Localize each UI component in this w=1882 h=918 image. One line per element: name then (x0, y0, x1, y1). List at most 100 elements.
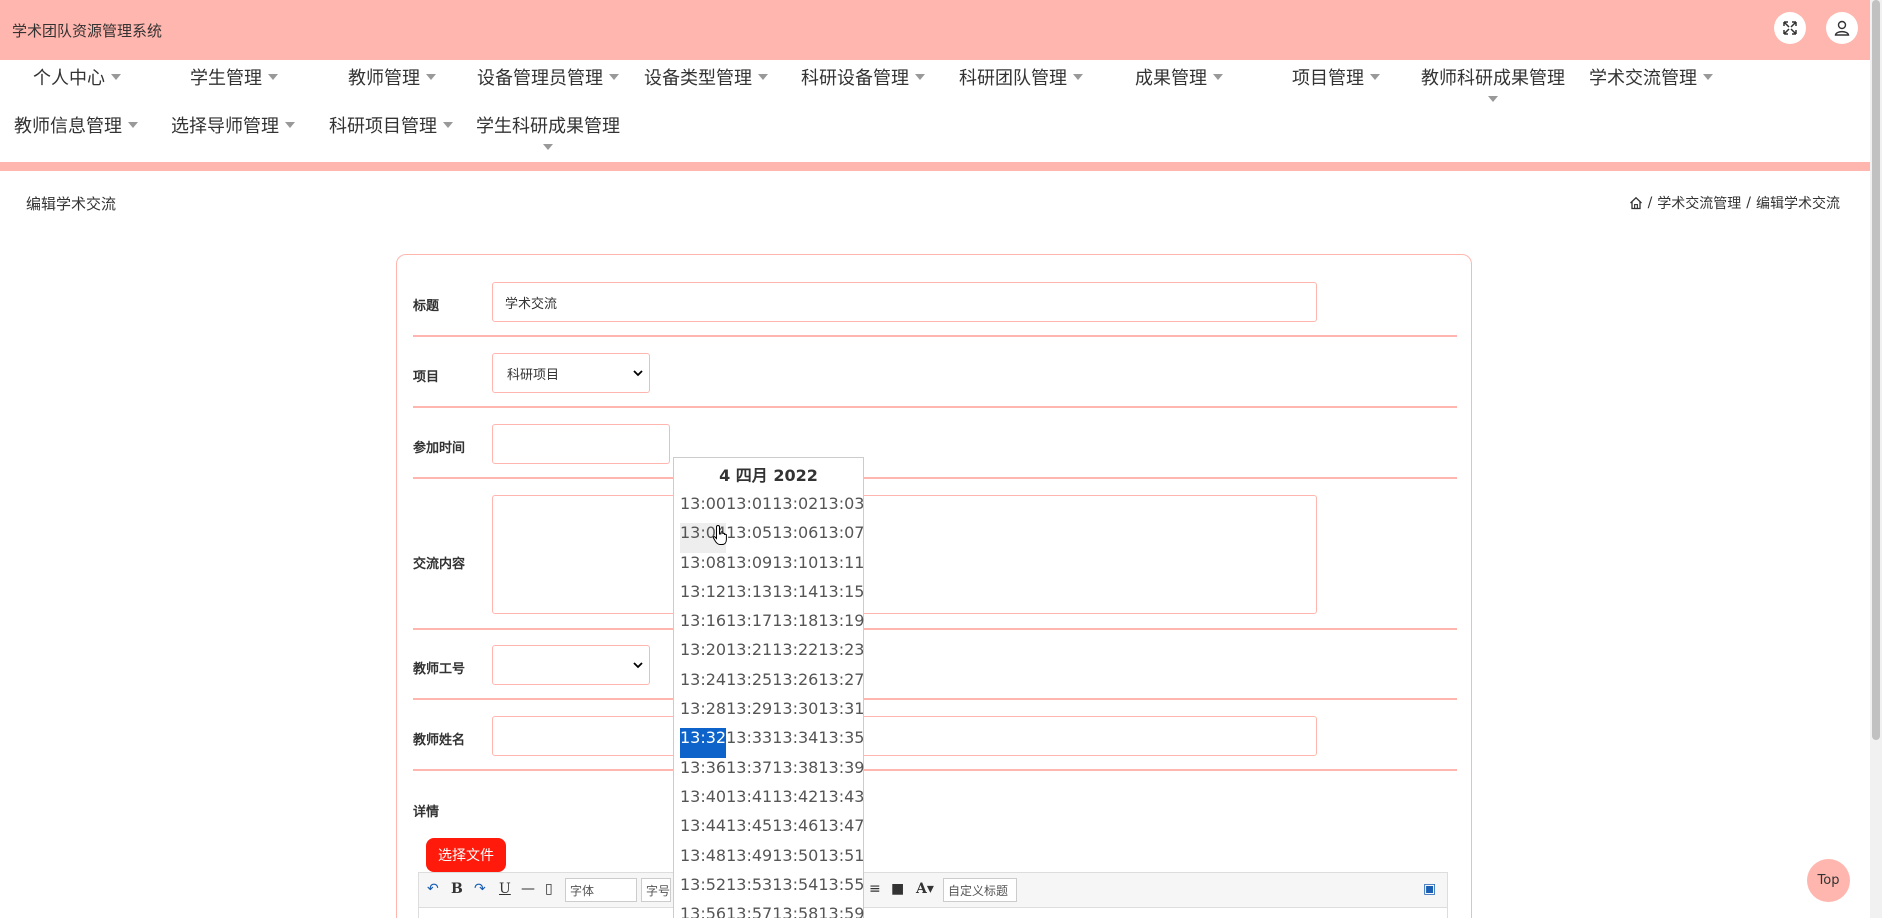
picker-time-option[interactable]: 13:10 (772, 553, 818, 582)
align-center-icon[interactable]: ≡ (869, 881, 881, 897)
picker-time-option[interactable]: 13:37 (726, 758, 772, 787)
picker-time-option[interactable]: 13:29 (726, 699, 772, 728)
picker-time-option[interactable]: 13:13 (726, 582, 772, 611)
picker-time-option[interactable]: 13:01 (726, 494, 772, 523)
justify-icon[interactable]: ■ (891, 881, 904, 897)
picker-time-option[interactable]: 13:06 (772, 523, 818, 552)
nav-teacher-achievement-mgmt[interactable]: 教师科研成果管理 (1421, 64, 1565, 102)
picker-time-option[interactable]: 13:51 (818, 846, 864, 875)
nav-teacher-mgmt[interactable]: 教师管理 (348, 64, 436, 90)
page-scrollbar[interactable] (1870, 0, 1882, 918)
nav-achievement-mgmt[interactable]: 成果管理 (1135, 64, 1223, 90)
nav-research-project-mgmt[interactable]: 科研项目管理 (329, 112, 453, 138)
picker-time-option[interactable]: 13:24 (680, 670, 726, 699)
picker-time-option[interactable]: 13:02 (772, 494, 818, 523)
picker-time-option[interactable]: 13:47 (818, 816, 864, 845)
nav-research-device-mgmt[interactable]: 科研设备管理 (801, 64, 925, 90)
picker-time-option[interactable]: 13:38 (772, 758, 818, 787)
preview-icon[interactable]: ▣ (1423, 881, 1436, 897)
picker-time-option[interactable]: 13:58 (772, 904, 818, 918)
content-textarea[interactable] (492, 495, 1317, 614)
picker-time-option[interactable]: 13:25 (726, 670, 772, 699)
picker-time-option[interactable]: 13:42 (772, 787, 818, 816)
picker-time-option[interactable]: 13:14 (772, 582, 818, 611)
back-to-top-button[interactable]: Top (1807, 859, 1850, 902)
nav-device-type-mgmt[interactable]: 设备类型管理 (644, 64, 768, 90)
picker-time-option[interactable]: 13:16 (680, 611, 726, 640)
picker-time-option[interactable]: 13:31 (818, 699, 864, 728)
picker-time-option[interactable]: 13:33 (726, 728, 772, 757)
picker-time-option[interactable]: 13:07 (818, 523, 864, 552)
picker-time-option[interactable]: 13:32 (680, 728, 727, 758)
picker-time-option[interactable]: 13:19 (818, 611, 864, 640)
picker-time-option[interactable]: 13:48 (680, 846, 726, 875)
bold-icon[interactable]: B (451, 881, 463, 897)
picker-time-option[interactable]: 13:57 (726, 904, 772, 918)
picker-time-option[interactable]: 13:20 (680, 640, 726, 669)
join-time-input[interactable] (492, 424, 670, 464)
picker-time-option[interactable]: 13:45 (726, 816, 772, 845)
nav-student-achievement-mgmt[interactable]: 学生科研成果管理 (476, 112, 620, 150)
picker-time-option[interactable]: 13:53 (726, 875, 772, 904)
picker-time-option[interactable]: 13:09 (726, 553, 772, 582)
home-icon[interactable] (1629, 196, 1643, 210)
picker-time-option[interactable]: 13:00 (680, 494, 726, 523)
picker-time-option[interactable]: 13:22 (772, 640, 818, 669)
title-input[interactable]: 学术交流 (492, 282, 1317, 322)
picker-time-option[interactable]: 13:15 (818, 582, 864, 611)
picker-time-option[interactable]: 13:39 (818, 758, 864, 787)
picker-time-option[interactable]: 13:03 (818, 494, 864, 523)
nav-device-admin-mgmt[interactable]: 设备管理员管理 (477, 64, 619, 90)
underline-icon[interactable]: U (499, 881, 511, 897)
heading-select[interactable]: 自定义标题 (943, 878, 1017, 902)
fullscreen-button[interactable] (1774, 12, 1806, 44)
picker-time-option[interactable]: 13:27 (818, 670, 864, 699)
nav-project-mgmt[interactable]: 项目管理 (1292, 64, 1380, 90)
nav-personal-center[interactable]: 个人中心 (33, 64, 121, 90)
picker-time-option[interactable]: 13:23 (818, 640, 864, 669)
nav-research-team-mgmt[interactable]: 科研团队管理 (959, 64, 1083, 90)
picker-time-option[interactable]: 13:56 (680, 904, 726, 918)
font-family-select[interactable]: 字体 (565, 878, 637, 902)
user-button[interactable] (1826, 12, 1858, 44)
picker-time-option[interactable]: 13:59 (818, 904, 864, 918)
nav-academic-exchange-mgmt[interactable]: 学术交流管理 (1589, 64, 1713, 90)
picker-time-option[interactable]: 13:36 (680, 758, 726, 787)
nav-select-advisor-mgmt[interactable]: 选择导师管理 (171, 112, 295, 138)
picker-time-option[interactable]: 13:08 (680, 553, 726, 582)
picker-time-option[interactable]: 13:26 (772, 670, 818, 699)
font-color-icon[interactable]: A▾ (916, 881, 934, 897)
picker-time-option[interactable]: 13:55 (818, 875, 864, 904)
breadcrumb-item-exchange-mgmt[interactable]: 学术交流管理 (1657, 193, 1741, 213)
teacher-id-select[interactable] (492, 645, 650, 685)
redo-icon[interactable]: ↷ (474, 881, 486, 897)
picker-time-option[interactable]: 13:12 (680, 582, 726, 611)
picker-time-option[interactable]: 13:30 (772, 699, 818, 728)
choose-file-button[interactable]: 选择文件 (426, 838, 506, 872)
picker-time-option[interactable]: 13:40 (680, 787, 726, 816)
picker-time-option[interactable]: 13:44 (680, 816, 726, 845)
nav-teacher-info-mgmt[interactable]: 教师信息管理 (14, 112, 138, 138)
picker-time-option[interactable]: 13:50 (772, 846, 818, 875)
picker-time-option[interactable]: 13:46 (772, 816, 818, 845)
picker-time-option[interactable]: 13:52 (680, 875, 726, 904)
picker-time-option[interactable]: 13:41 (726, 787, 772, 816)
document-icon[interactable]: ▯ (545, 881, 553, 897)
project-select[interactable]: 科研项目 (492, 353, 650, 393)
undo-icon[interactable]: ↶ (427, 881, 439, 897)
teacher-name-input[interactable] (492, 716, 1317, 756)
picker-time-option[interactable]: 13:35 (818, 728, 864, 757)
picker-time-option[interactable]: 13:11 (818, 553, 864, 582)
picker-time-option[interactable]: 13:17 (726, 611, 772, 640)
horizontal-rule-icon[interactable]: — (521, 881, 535, 897)
picker-time-option[interactable]: 13:54 (772, 875, 818, 904)
picker-time-option[interactable]: 13:28 (680, 699, 726, 728)
nav-student-mgmt[interactable]: 学生管理 (190, 64, 278, 90)
picker-time-option[interactable]: 13:34 (772, 728, 818, 757)
picker-time-option[interactable]: 13:05 (726, 523, 772, 552)
picker-time-option[interactable]: 13:18 (772, 611, 818, 640)
picker-time-option[interactable]: 13:43 (818, 787, 864, 816)
scrollbar-thumb[interactable] (1872, 0, 1880, 740)
picker-time-option[interactable]: 13:21 (726, 640, 772, 669)
editor-body[interactable] (418, 908, 1448, 918)
